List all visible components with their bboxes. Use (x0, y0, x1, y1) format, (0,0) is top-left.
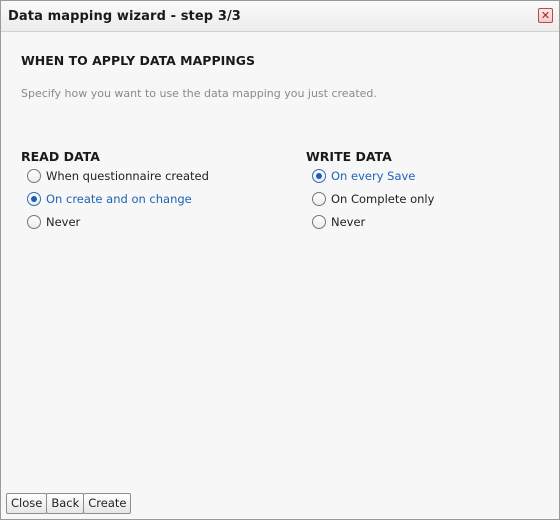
window-title: Data mapping wizard - step 3/3 (8, 9, 241, 24)
radio-button[interactable] (27, 192, 41, 206)
radio-button[interactable] (27, 215, 41, 229)
page-title: WHEN TO APPLY DATA MAPPINGS (21, 53, 255, 68)
radio-button[interactable] (312, 169, 326, 183)
radio-button[interactable] (312, 215, 326, 229)
read-data-title: READ DATA (21, 149, 100, 164)
title-bar: Data mapping wizard - step 3/3 ✕ (1, 1, 559, 32)
back-button[interactable]: Back (46, 493, 85, 514)
read-option-never[interactable]: Never (21, 214, 271, 237)
radio-button[interactable] (312, 192, 326, 206)
read-option-create-and-change[interactable]: On create and on change (21, 191, 271, 214)
write-data-group: WRITE DATA On every Save On Complete onl… (306, 149, 556, 237)
create-button[interactable]: Create (83, 493, 132, 514)
wizard-content: WHEN TO APPLY DATA MAPPINGS Specify how … (1, 33, 559, 481)
option-label: On create and on change (46, 192, 192, 206)
page-subtitle: Specify how you want to use the data map… (21, 87, 377, 100)
read-data-group: READ DATA When questionnaire created On … (21, 149, 271, 237)
write-option-every-save[interactable]: On every Save (306, 168, 556, 191)
write-option-complete-only[interactable]: On Complete only (306, 191, 556, 214)
read-option-when-created[interactable]: When questionnaire created (21, 168, 271, 191)
option-label: On every Save (331, 169, 416, 183)
write-option-never[interactable]: Never (306, 214, 556, 237)
wizard-dialog: Data mapping wizard - step 3/3 ✕ WHEN TO… (0, 0, 560, 520)
radio-button[interactable] (27, 169, 41, 183)
write-data-title: WRITE DATA (306, 149, 392, 164)
option-label: When questionnaire created (46, 169, 209, 183)
option-label: Never (46, 215, 81, 229)
option-label: Never (331, 215, 366, 229)
button-bar: Close Back Create (6, 492, 132, 514)
close-icon[interactable]: ✕ (538, 8, 553, 23)
close-button[interactable]: Close (6, 493, 48, 514)
option-label: On Complete only (331, 192, 435, 206)
